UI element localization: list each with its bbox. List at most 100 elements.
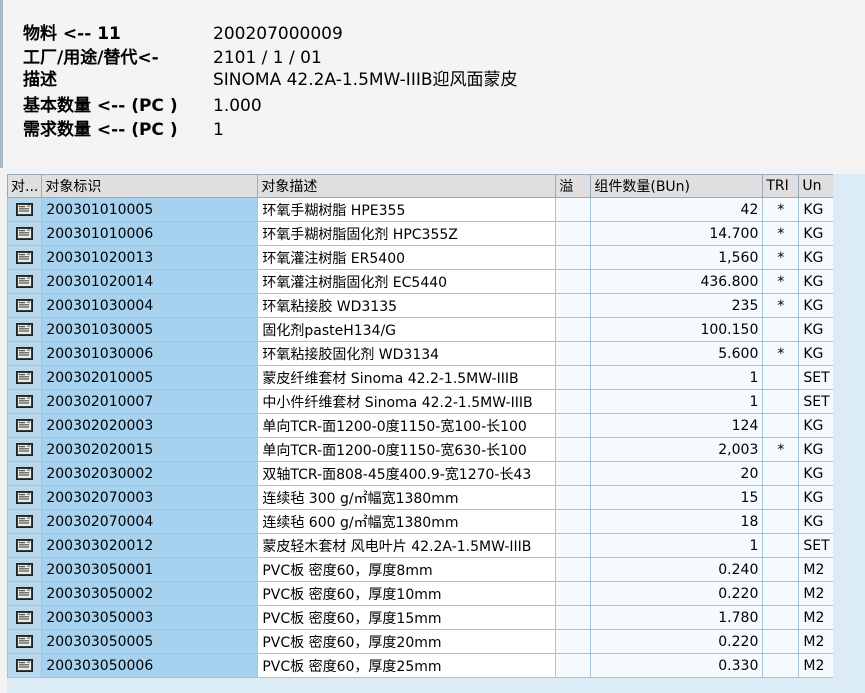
- quantity-cell[interactable]: 5.600: [590, 341, 764, 366]
- unit-cell[interactable]: KG: [798, 509, 835, 534]
- overflow-cell[interactable]: [555, 461, 592, 486]
- unit-cell[interactable]: SET: [798, 389, 835, 414]
- overflow-cell[interactable]: [555, 485, 592, 510]
- document-icon[interactable]: [16, 659, 34, 672]
- object-desc-cell[interactable]: 环氧灌注树脂 ER5400: [257, 245, 557, 270]
- document-icon[interactable]: [16, 587, 34, 600]
- object-id-cell[interactable]: 200303050002: [41, 581, 259, 606]
- row-icon-cell[interactable]: [7, 413, 43, 438]
- object-desc-cell[interactable]: 单向TCR-面1200-0度1150-宽630-长100: [257, 437, 557, 462]
- overflow-cell[interactable]: [555, 653, 592, 678]
- table-row[interactable]: 200301030004 环氧粘接胶 WD3135 235 * KG: [7, 293, 835, 318]
- row-icon-cell[interactable]: [7, 269, 43, 294]
- row-icon-cell[interactable]: [7, 605, 43, 630]
- document-icon[interactable]: [16, 275, 34, 288]
- document-icon[interactable]: [16, 347, 34, 360]
- object-id-cell[interactable]: 200303050003: [41, 605, 259, 630]
- unit-cell[interactable]: KG: [798, 221, 835, 246]
- table-row[interactable]: 200302010007 中小件纤维套材 Sinoma 42.2-1.5MW-II…: [7, 389, 835, 414]
- row-icon-cell[interactable]: [7, 557, 43, 582]
- unit-cell[interactable]: KG: [798, 437, 835, 462]
- quantity-cell[interactable]: 1: [590, 533, 764, 558]
- table-row[interactable]: 200301020013 环氧灌注树脂 ER5400 1,560 * KG: [7, 245, 835, 270]
- unit-cell[interactable]: M2: [798, 581, 835, 606]
- tri-cell[interactable]: *: [762, 221, 800, 246]
- quantity-cell[interactable]: 436.800: [590, 269, 764, 294]
- document-icon[interactable]: [16, 203, 34, 216]
- row-icon-cell[interactable]: [7, 365, 43, 390]
- document-icon[interactable]: [16, 371, 34, 384]
- overflow-cell[interactable]: [555, 269, 592, 294]
- tri-cell[interactable]: [762, 629, 800, 654]
- object-id-cell[interactable]: 200302020015: [41, 437, 259, 462]
- object-id-cell[interactable]: 200302070004: [41, 509, 259, 534]
- tri-cell[interactable]: [762, 653, 800, 678]
- tri-cell[interactable]: *: [762, 341, 800, 366]
- quantity-cell[interactable]: 1: [590, 389, 764, 414]
- document-icon[interactable]: [16, 419, 34, 432]
- overflow-cell[interactable]: [555, 197, 592, 222]
- object-desc-cell[interactable]: PVC板 密度60，厚度25mm: [257, 653, 557, 678]
- overflow-cell[interactable]: [555, 581, 592, 606]
- table-row[interactable]: 200303050003 PVC板 密度60，厚度15mm 1.780 M2: [7, 605, 835, 630]
- row-icon-cell[interactable]: [7, 437, 43, 462]
- document-icon[interactable]: [16, 299, 34, 312]
- table-row[interactable]: 200303050006 PVC板 密度60，厚度25mm 0.330 M2: [7, 653, 835, 678]
- unit-cell[interactable]: KG: [798, 317, 835, 342]
- row-icon-cell[interactable]: [7, 629, 43, 654]
- row-icon-cell[interactable]: [7, 533, 43, 558]
- unit-cell[interactable]: KG: [798, 413, 835, 438]
- quantity-cell[interactable]: 100.150: [590, 317, 764, 342]
- object-desc-cell[interactable]: PVC板 密度60，厚度15mm: [257, 605, 557, 630]
- table-row[interactable]: 200302010005 蒙皮纤维套材 Sinoma 42.2-1.5MW-III…: [7, 365, 835, 390]
- object-desc-cell[interactable]: 环氧灌注树脂固化剂 EC5440: [257, 269, 557, 294]
- row-icon-cell[interactable]: [7, 485, 43, 510]
- quantity-cell[interactable]: 124: [590, 413, 764, 438]
- tri-cell[interactable]: *: [762, 293, 800, 318]
- object-id-cell[interactable]: 200303050001: [41, 557, 259, 582]
- row-icon-cell[interactable]: [7, 653, 43, 678]
- document-icon[interactable]: [16, 467, 34, 480]
- col-header-object-id[interactable]: 对象标识: [41, 174, 259, 198]
- col-header-unit[interactable]: Un: [798, 174, 835, 198]
- quantity-cell[interactable]: 1: [590, 365, 764, 390]
- document-icon[interactable]: [16, 251, 34, 264]
- object-id-cell[interactable]: 200303020012: [41, 533, 259, 558]
- document-icon[interactable]: [16, 491, 34, 504]
- document-icon[interactable]: [16, 323, 34, 336]
- object-id-cell[interactable]: 200301020014: [41, 269, 259, 294]
- table-row[interactable]: 200302020015 单向TCR-面1200-0度1150-宽630-长100…: [7, 437, 835, 462]
- unit-cell[interactable]: KG: [798, 341, 835, 366]
- row-icon-cell[interactable]: [7, 341, 43, 366]
- object-desc-cell[interactable]: 连续毡 600 g/㎡幅宽1380mm: [257, 509, 557, 534]
- overflow-cell[interactable]: [555, 389, 592, 414]
- object-id-cell[interactable]: 200302020003: [41, 413, 259, 438]
- overflow-cell[interactable]: [555, 341, 592, 366]
- document-icon[interactable]: [16, 563, 34, 576]
- quantity-cell[interactable]: 0.220: [590, 581, 764, 606]
- object-id-cell[interactable]: 200301020013: [41, 245, 259, 270]
- tri-cell[interactable]: *: [762, 269, 800, 294]
- quantity-cell[interactable]: 1,560: [590, 245, 764, 270]
- tri-cell[interactable]: [762, 389, 800, 414]
- unit-cell[interactable]: KG: [798, 245, 835, 270]
- tri-cell[interactable]: [762, 461, 800, 486]
- col-header-object-desc[interactable]: 对象描述: [257, 174, 557, 198]
- tri-cell[interactable]: [762, 509, 800, 534]
- object-desc-cell[interactable]: 双轴TCR-面808-45度400.9-宽1270-长43: [257, 461, 557, 486]
- overflow-cell[interactable]: [555, 629, 592, 654]
- object-desc-cell[interactable]: 连续毡 300 g/㎡幅宽1380mm: [257, 485, 557, 510]
- object-desc-cell[interactable]: 中小件纤维套材 Sinoma 42.2-1.5MW-IIIB: [257, 389, 557, 414]
- col-header-tri[interactable]: TRI: [762, 174, 800, 198]
- overflow-cell[interactable]: [555, 317, 592, 342]
- object-id-cell[interactable]: 200302010007: [41, 389, 259, 414]
- quantity-cell[interactable]: 2,003: [590, 437, 764, 462]
- row-icon-cell[interactable]: [7, 581, 43, 606]
- object-id-cell[interactable]: 200301030006: [41, 341, 259, 366]
- unit-cell[interactable]: KG: [798, 197, 835, 222]
- object-desc-cell[interactable]: 固化剂pasteH134/G: [257, 317, 557, 342]
- table-row[interactable]: 200302070003 连续毡 300 g/㎡幅宽1380mm 15 KG: [7, 485, 835, 510]
- object-id-cell[interactable]: 200303050005: [41, 629, 259, 654]
- row-icon-cell[interactable]: [7, 389, 43, 414]
- quantity-cell[interactable]: 1.780: [590, 605, 764, 630]
